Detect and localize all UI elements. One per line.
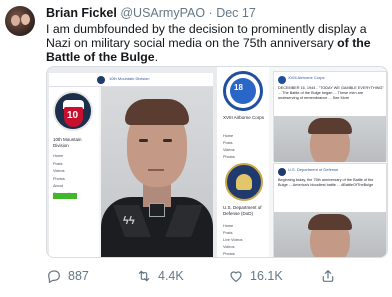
fb-nav-item: Videos <box>223 245 235 249</box>
logo-number: 18 <box>234 83 243 92</box>
share-button[interactable] <box>320 268 342 284</box>
fb-nav-item: Home <box>223 134 234 138</box>
avatar-face <box>21 14 30 25</box>
post-header: XVIII Airborne Corps <box>288 75 325 80</box>
fb-nav-item: Home <box>53 154 64 158</box>
post-avatar <box>278 168 286 176</box>
like-button[interactable]: 16.1K <box>228 268 283 284</box>
portrait-photo: ϟϟ <box>101 87 213 257</box>
fb-sidebar: 10 10th Mountain Division Home Posts Vid… <box>49 87 99 257</box>
fb-nav-item: Home <box>223 224 234 228</box>
medal <box>149 203 165 217</box>
retweet-button[interactable]: 4.4K <box>136 268 184 284</box>
fb-nav: Home Posts Videos Photos <box>223 133 267 161</box>
eye-left <box>139 139 148 142</box>
fb-sidebar: 18 XVIII Airborne Corps Home Posts Video… <box>217 67 269 257</box>
mini-avatar <box>97 76 105 84</box>
like-count: 16.1K <box>250 269 283 283</box>
tweet: Brian Fickel @USArmyPAO · Dec 17 I am du… <box>0 0 392 297</box>
eye-right <box>163 139 172 142</box>
page-name: 10th Mountain Division <box>53 137 82 148</box>
post-photo <box>274 116 386 162</box>
tweet-text-plain: I am dumbfounded by the decision to prom… <box>46 22 367 51</box>
author-name[interactable]: Brian Fickel <box>46 6 117 20</box>
tweet-header: Brian Fickel @USArmyPAO · Dec 17 <box>46 6 256 20</box>
eagle-icon <box>236 174 252 190</box>
fb-nav: Home Posts Videos Photos About Community <box>53 153 97 198</box>
hair <box>125 99 189 125</box>
author-avatar[interactable] <box>5 6 35 36</box>
facebook-screenshot-left: 10th Mountain Division 10 10th Mountain … <box>49 73 213 257</box>
logo-number: 10 <box>67 110 79 121</box>
post-avatar <box>278 76 286 84</box>
fb-action-button <box>53 193 77 199</box>
fb-nav-item: Videos <box>53 169 65 173</box>
tweet-actions: 887 4.4K 16.1K <box>40 266 390 286</box>
separator-dot: · <box>208 6 213 20</box>
author-handle[interactable]: @USArmyPAO <box>120 6 205 20</box>
fb-nav-item: Posts <box>223 141 233 145</box>
fb-nav-item: Videos <box>223 148 235 152</box>
fb-nav-item: Live Videos <box>223 238 243 242</box>
tweet-text-end: . <box>154 50 159 65</box>
share-icon <box>322 270 334 282</box>
hair <box>308 118 352 134</box>
post-text: DECEMBER 16, 1944 - "TODAY WE GAMBLE EVE… <box>278 86 384 100</box>
xviii-airborne-logo: 18 <box>223 71 263 111</box>
collar-insignia: ϟϟ <box>123 215 135 227</box>
reply-button[interactable]: 887 <box>46 268 89 284</box>
post-text: Beginning today, the 75th anniversary of… <box>278 178 374 187</box>
tweet-text: I am dumbfounded by the decision to prom… <box>46 22 390 65</box>
fb-nav-item: Photos <box>223 252 235 256</box>
retweet-count: 4.4K <box>158 269 184 283</box>
fb-nav: Home Posts Live Videos Videos Photos <box>223 223 267 257</box>
facebook-screenshot-right: 18 XVIII Airborne Corps Home Posts Video… <box>217 67 387 257</box>
reply-count: 887 <box>68 269 89 283</box>
10th-mountain-logo: 10 <box>53 91 93 131</box>
heart-icon <box>230 271 242 282</box>
avatar-face <box>11 15 20 26</box>
post-header: U.S. Department of Defense <box>288 167 339 172</box>
fb-post: XVIII Airborne Corps DECEMBER 16, 1944 -… <box>273 71 387 162</box>
fb-post: U.S. Department of Defense Beginning tod… <box>273 163 387 257</box>
hair <box>308 214 352 230</box>
tweet-media-image[interactable]: 10th Mountain Division 10 10th Mountain … <box>46 66 388 258</box>
reply-icon <box>48 270 60 283</box>
fb-topbar: 10th Mountain Division <box>49 73 213 87</box>
fb-nav-item: Posts <box>53 161 63 166</box>
fb-nav-item: Posts <box>223 231 233 235</box>
tweet-date[interactable]: Dec 17 <box>216 6 256 20</box>
page-name: XVIII Airborne Corps <box>223 115 265 120</box>
dod-seal-logo <box>225 163 263 201</box>
fb-nav-item: About <box>53 184 63 188</box>
mouth <box>148 169 164 171</box>
post-photo <box>274 212 386 257</box>
fb-nav-item: Photos <box>223 155 235 159</box>
retweet-icon <box>138 270 150 282</box>
fb-nav-item: Photos <box>53 176 65 181</box>
page-name-dod: U.S. Department of Defense (DoD) <box>223 205 262 216</box>
topbar-title: 10th Mountain Division <box>109 76 150 81</box>
